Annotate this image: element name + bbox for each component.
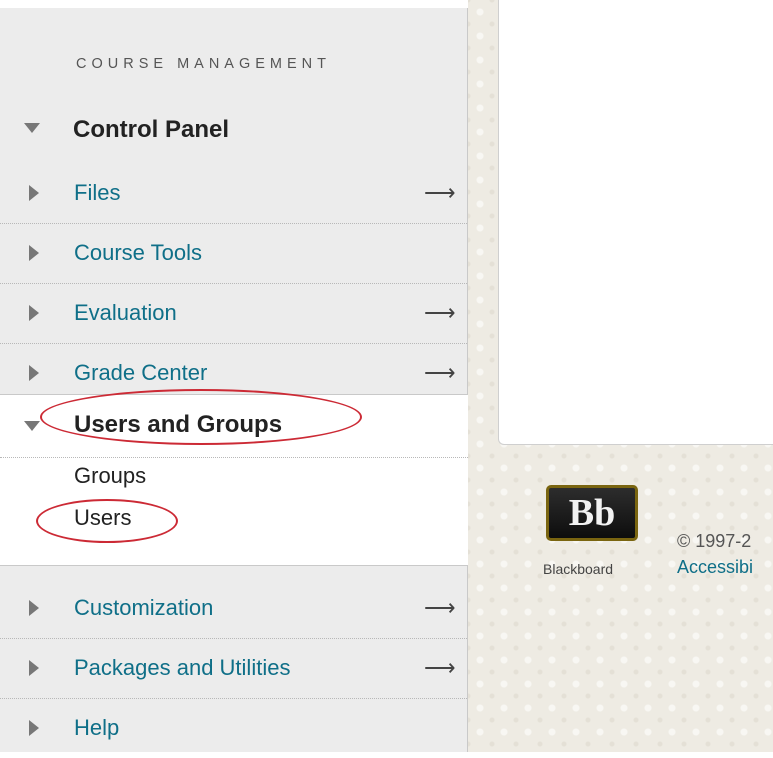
- menu-item-help[interactable]: Help: [0, 698, 467, 758]
- submenu-item-users[interactable]: Users: [74, 505, 131, 531]
- menu-item-files[interactable]: Files ⟶: [0, 163, 467, 224]
- control-panel-toggle[interactable]: Control Panel: [0, 110, 467, 152]
- accessibility-link[interactable]: Accessibi: [677, 557, 753, 578]
- arrow-right-icon[interactable]: ⟶: [424, 595, 456, 621]
- triangle-right-icon[interactable]: [29, 185, 39, 201]
- course-management-header: COURSE MANAGEMENT: [76, 56, 331, 72]
- users-and-groups-section: Users and Groups Groups Users: [0, 389, 468, 566]
- triangle-right-icon[interactable]: [29, 365, 39, 381]
- logo-text: Bb: [568, 492, 616, 534]
- triangle-right-icon[interactable]: [29, 245, 39, 261]
- menu-item-packages-and-utilities[interactable]: Packages and Utilities ⟶: [0, 638, 467, 699]
- arrow-right-icon[interactable]: ⟶: [424, 180, 456, 206]
- section-divider: [0, 457, 468, 458]
- content-panel: [498, 0, 773, 445]
- users-and-groups-label[interactable]: Users and Groups: [74, 411, 282, 439]
- triangle-right-icon[interactable]: [29, 600, 39, 616]
- arrow-right-icon[interactable]: ⟶: [424, 300, 456, 326]
- arrow-right-icon[interactable]: ⟶: [424, 360, 456, 386]
- menu-item-label[interactable]: Course Tools: [74, 240, 202, 266]
- menu-item-evaluation[interactable]: Evaluation ⟶: [0, 283, 467, 344]
- menu-item-label[interactable]: Evaluation: [74, 300, 177, 326]
- copyright-text: © 1997-2: [677, 531, 752, 551]
- triangle-down-icon: [24, 123, 40, 133]
- blackboard-logo: Bb: [546, 485, 638, 541]
- menu-item-label[interactable]: Customization: [74, 595, 213, 621]
- menu-item-label[interactable]: Help: [74, 715, 119, 741]
- menu-item-label[interactable]: Grade Center: [74, 360, 207, 386]
- menu-item-label[interactable]: Files: [74, 180, 120, 206]
- arrow-right-icon[interactable]: ⟶: [424, 655, 456, 681]
- menu-item-course-tools[interactable]: Course Tools: [0, 223, 467, 284]
- triangle-down-icon[interactable]: [24, 421, 40, 431]
- course-management-sidebar: COURSE MANAGEMENT Control Panel Files ⟶ …: [0, 8, 468, 752]
- blackboard-brand-name: Blackboard: [543, 561, 614, 577]
- triangle-right-icon[interactable]: [29, 660, 39, 676]
- menu-item-customization[interactable]: Customization ⟶: [0, 578, 467, 639]
- triangle-right-icon[interactable]: [29, 720, 39, 736]
- triangle-right-icon[interactable]: [29, 305, 39, 321]
- control-panel-label: Control Panel: [73, 116, 230, 143]
- menu-item-label[interactable]: Packages and Utilities: [74, 655, 290, 681]
- submenu-item-groups[interactable]: Groups: [74, 463, 146, 489]
